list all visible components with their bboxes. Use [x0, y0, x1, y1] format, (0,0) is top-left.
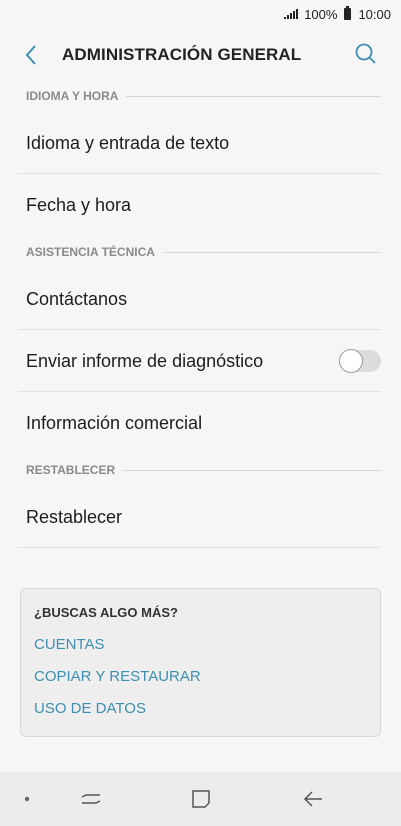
search-button[interactable] — [353, 41, 379, 67]
section-label: IDIOMA Y HORA — [26, 89, 127, 103]
chevron-left-icon — [25, 45, 36, 65]
item-label: Información comercial — [26, 412, 203, 433]
list-item-fecha-hora[interactable]: Fecha y hora — [0, 174, 401, 236]
diagnostic-toggle[interactable] — [339, 349, 381, 373]
toggle-knob — [339, 349, 363, 373]
item-label: Contáctanos — [26, 288, 128, 309]
back-arrow-icon — [303, 791, 322, 807]
back-nav-button[interactable] — [300, 786, 326, 812]
page-title: ADMINISTRACIÓN GENERAL — [62, 45, 302, 64]
battery-icon — [344, 6, 352, 20]
section-label: RESTABLECER — [26, 463, 124, 477]
back-button[interactable] — [18, 42, 44, 68]
item-label: Idioma y entrada de texto — [26, 132, 230, 153]
more-card: ¿BUSCAS ALGO MÁS? CUENTAS COPIAR Y RESTA… — [20, 588, 381, 737]
status-bar: 100% 10:00 — [0, 0, 401, 28]
list-item-contactanos[interactable]: Contáctanos — [0, 268, 401, 330]
section-header-asistencia: ASISTENCIA TÉCNICA — [0, 236, 401, 268]
search-icon — [355, 43, 376, 64]
link-uso-datos[interactable]: USO DE DATOS — [34, 701, 367, 733]
list-item-restablecer[interactable]: Restablecer — [0, 486, 401, 548]
more-card-title: ¿BUSCAS ALGO MÁS? — [34, 605, 178, 620]
item-label: Enviar informe de diagnóstico — [26, 350, 264, 371]
item-label: Restablecer — [26, 506, 123, 527]
recent-apps-icon — [81, 794, 101, 804]
nav-dot-button[interactable] — [14, 786, 40, 812]
home-icon — [192, 790, 210, 808]
signal-icon — [284, 9, 299, 19]
link-cuentas[interactable]: CUENTAS — [34, 637, 367, 669]
clock: 10:00 — [358, 6, 391, 22]
navigation-bar — [0, 772, 401, 826]
section-label: ASISTENCIA TÉCNICA — [26, 245, 163, 259]
section-header-idioma: IDIOMA Y HORA — [0, 80, 401, 112]
home-button[interactable] — [188, 786, 214, 812]
battery-percent: 100% — [304, 6, 338, 22]
app-bar: ADMINISTRACIÓN GENERAL — [0, 28, 401, 80]
list-item-informacion-comercial[interactable]: Información comercial — [0, 392, 401, 454]
recent-apps-button[interactable] — [78, 786, 104, 812]
link-copiar-restaurar[interactable]: COPIAR Y RESTAURAR — [34, 669, 367, 701]
section-header-restablecer: RESTABLECER — [0, 454, 401, 486]
list-item-idioma-entrada[interactable]: Idioma y entrada de texto — [0, 112, 401, 174]
list-item-enviar-informe[interactable]: Enviar informe de diagnóstico — [0, 330, 401, 392]
item-label: Fecha y hora — [26, 194, 132, 215]
dot-icon — [24, 796, 30, 802]
